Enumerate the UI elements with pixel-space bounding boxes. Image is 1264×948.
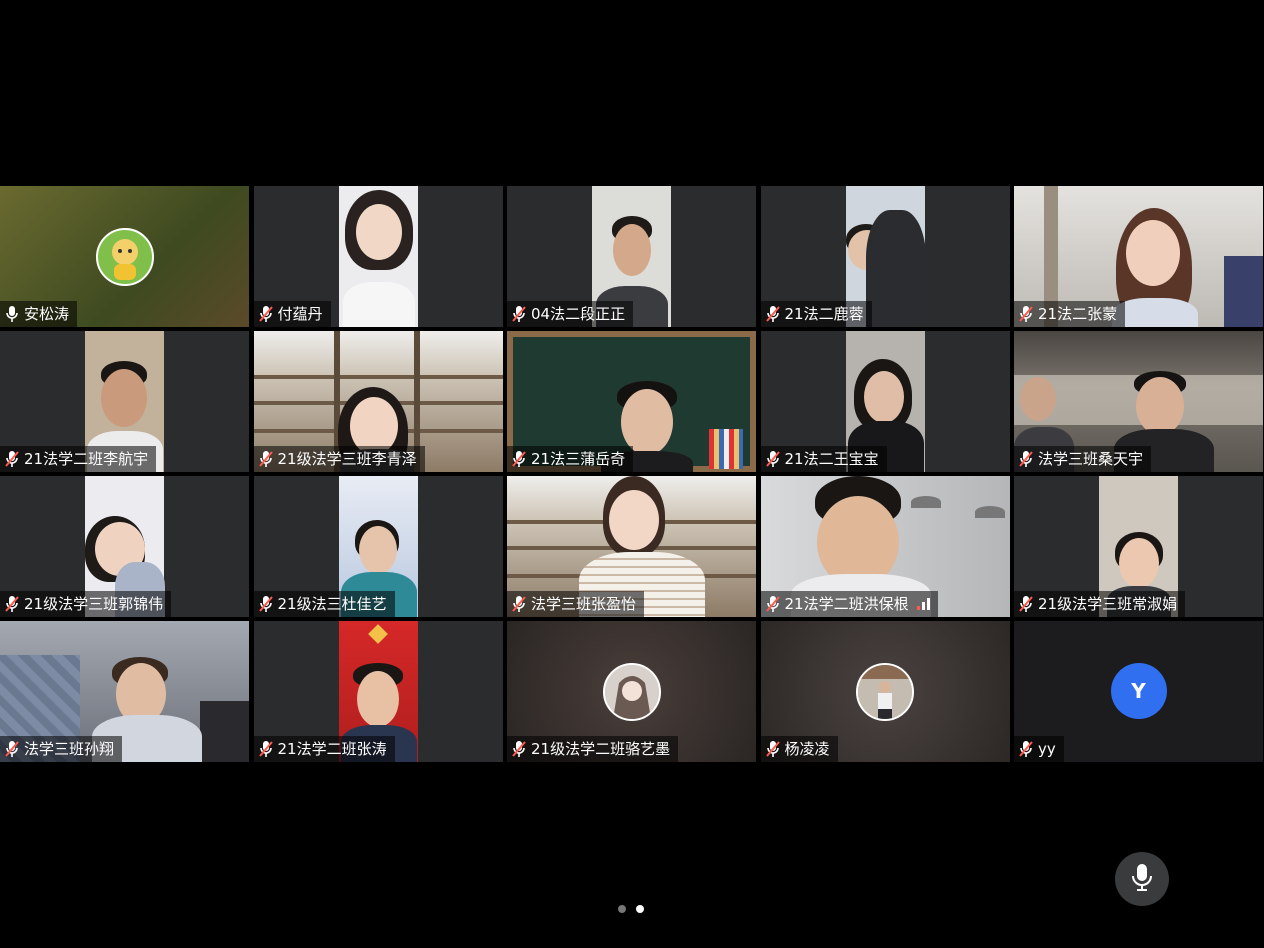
participant-label: yy xyxy=(1014,736,1064,762)
participant-tile[interactable]: 21法二张蒙 xyxy=(1014,186,1263,327)
camera-feed xyxy=(338,186,418,327)
participant-label: 法学三班桑天宇 xyxy=(1014,446,1152,472)
participant-label: 04法二段正正 xyxy=(507,301,634,327)
microphone-icon xyxy=(1130,862,1154,896)
mic-muted-icon xyxy=(258,305,274,323)
weak-signal-icon xyxy=(916,598,930,610)
participant-name: 21法二王宝宝 xyxy=(784,450,879,468)
mic-muted-icon xyxy=(1018,305,1034,323)
participant-label: 21法学二班李航宇 xyxy=(0,446,157,472)
participant-name: 21级法学三班郭锦伟 xyxy=(24,595,164,613)
participant-tile[interactable]: 法学三班孙翔 xyxy=(0,621,249,762)
participant-label: 21法二张蒙 xyxy=(1014,301,1126,327)
participant-label: 21级法学三班常淑娟 xyxy=(1014,591,1186,617)
mic-muted-icon xyxy=(765,740,781,758)
mic-muted-icon xyxy=(511,740,527,758)
cartoon-avatar xyxy=(95,227,154,286)
participant-name: 21法三蒲岳奇 xyxy=(531,450,626,468)
participant-label: 21级法学三班李青泽 xyxy=(253,446,425,472)
participant-tile[interactable]: 法学三班桑天宇 xyxy=(1014,331,1263,472)
letter-avatar: Y xyxy=(1110,662,1167,719)
participant-label: 21法学二班洪保根 xyxy=(760,591,938,617)
participant-name: 21法学二班张涛 xyxy=(277,740,387,758)
participant-tile[interactable]: 杨凌凌 xyxy=(760,621,1010,762)
participant-tile[interactable]: Y yy xyxy=(1014,621,1263,762)
mic-muted-icon xyxy=(511,595,527,613)
participant-name: 法学三班张盈怡 xyxy=(531,595,637,613)
participant-tile[interactable]: 付蕴丹 xyxy=(253,186,503,327)
participant-tile[interactable]: 21级法学三班李青泽 xyxy=(253,331,503,472)
mic-muted-icon xyxy=(1018,740,1034,758)
participant-name: 安松涛 xyxy=(24,305,70,323)
page-dot-1[interactable] xyxy=(618,905,626,913)
participant-tile[interactable]: 21级法三杜佳艺 xyxy=(253,476,503,617)
participant-label: 法学三班张盈怡 xyxy=(507,591,645,617)
participant-name: 21级法学三班常淑娟 xyxy=(1038,595,1178,613)
participant-name: yy xyxy=(1038,740,1056,758)
participant-tile[interactable]: 21法二鹿蓉 xyxy=(760,186,1010,327)
participant-tile[interactable]: 21法二王宝宝 xyxy=(760,331,1010,472)
page-indicator[interactable] xyxy=(618,905,644,913)
mic-muted-icon xyxy=(1018,595,1034,613)
participant-name: 法学三班桑天宇 xyxy=(1038,450,1144,468)
mic-muted-icon xyxy=(1018,450,1034,468)
anime-avatar xyxy=(602,662,661,721)
participant-name: 法学三班孙翔 xyxy=(24,740,115,758)
participant-label: 杨凌凌 xyxy=(760,736,838,762)
participant-name: 21法学二班李航宇 xyxy=(24,450,149,468)
participant-name: 21级法学二班骆艺墨 xyxy=(531,740,671,758)
mic-muted-icon xyxy=(511,305,527,323)
participant-grid: 安松涛 付蕴丹 04法二段正正 21法二鹿蓉 21法二张蒙 21法学二班李航宇 … xyxy=(0,186,1264,762)
participant-name: 21级法学三班李青泽 xyxy=(277,450,417,468)
participant-tile[interactable]: 21级法学二班骆艺墨 xyxy=(507,621,756,762)
participant-label: 法学三班孙翔 xyxy=(0,736,123,762)
mic-muted-icon xyxy=(511,450,527,468)
page-dot-2[interactable] xyxy=(636,905,644,913)
participant-name: 21法二鹿蓉 xyxy=(784,305,864,323)
participant-label: 21法三蒲岳奇 xyxy=(507,446,634,472)
mic-on-icon xyxy=(4,305,20,323)
participant-tile[interactable]: 法学三班张盈怡 xyxy=(507,476,756,617)
participant-name: 21法二张蒙 xyxy=(1038,305,1118,323)
mic-muted-icon xyxy=(4,740,20,758)
participant-tile[interactable]: 21法学二班张涛 xyxy=(253,621,503,762)
participant-name: 杨凌凌 xyxy=(784,740,830,758)
participant-label: 付蕴丹 xyxy=(253,301,331,327)
mic-muted-icon xyxy=(258,595,274,613)
participant-label: 21级法三杜佳艺 xyxy=(253,591,395,617)
participant-name: 21法学二班洪保根 xyxy=(784,595,909,613)
participant-tile[interactable]: 21级法学三班常淑娟 xyxy=(1014,476,1263,617)
participant-tile[interactable]: 安松涛 xyxy=(0,186,249,327)
participant-label: 21法学二班张涛 xyxy=(253,736,395,762)
mic-muted-icon xyxy=(4,595,20,613)
mic-muted-icon xyxy=(765,595,781,613)
participant-label: 21法二王宝宝 xyxy=(760,446,887,472)
microphone-button[interactable] xyxy=(1115,852,1169,906)
participant-tile[interactable]: 21法学二班洪保根 xyxy=(760,476,1010,617)
participant-label: 21法二鹿蓉 xyxy=(760,301,872,327)
participant-name: 付蕴丹 xyxy=(277,305,323,323)
participant-label: 21级法学三班郭锦伟 xyxy=(0,591,172,617)
participant-tile[interactable]: 04法二段正正 xyxy=(507,186,756,327)
participant-name: 04法二段正正 xyxy=(531,305,626,323)
mic-muted-icon xyxy=(258,450,274,468)
mic-muted-icon xyxy=(765,450,781,468)
mic-muted-icon xyxy=(4,450,20,468)
photo-avatar xyxy=(856,662,914,721)
mic-muted-icon xyxy=(765,305,781,323)
participant-tile[interactable]: 21法三蒲岳奇 xyxy=(507,331,756,472)
participant-name: 21级法三杜佳艺 xyxy=(277,595,387,613)
mic-muted-icon xyxy=(258,740,274,758)
participant-tile[interactable]: 21法学二班李航宇 xyxy=(0,331,249,472)
participant-label: 21级法学二班骆艺墨 xyxy=(507,736,679,762)
participant-tile[interactable]: 21级法学三班郭锦伟 xyxy=(0,476,249,617)
participant-label: 安松涛 xyxy=(0,301,78,327)
